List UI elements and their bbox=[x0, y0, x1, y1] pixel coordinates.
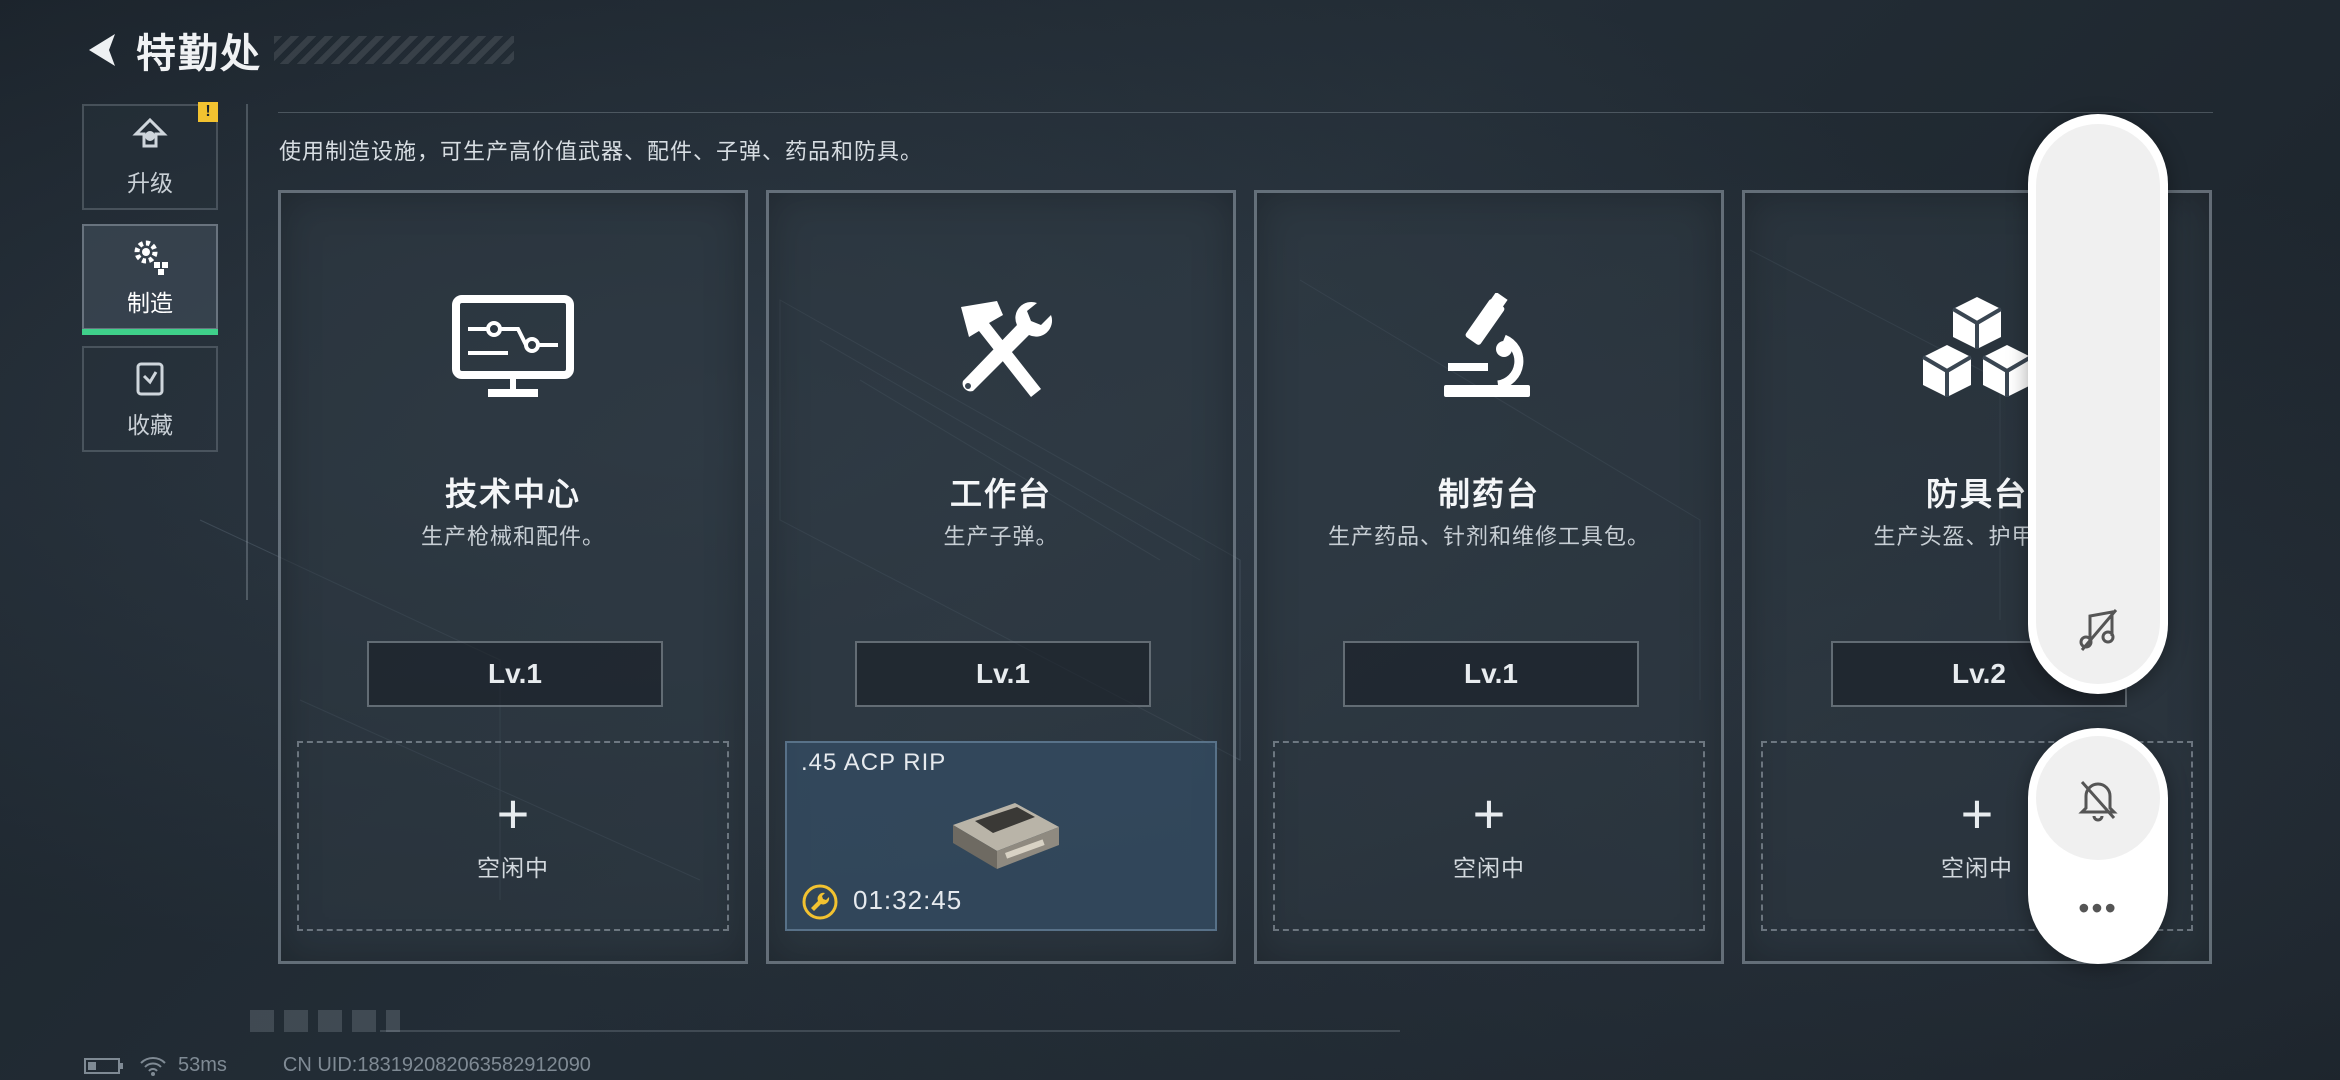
crafting-timer: 01:32:45 bbox=[853, 885, 963, 915]
crafting-item-name: .45 ACP RIP bbox=[801, 749, 947, 776]
facility-name: 工作台 bbox=[949, 476, 1052, 512]
facility-card-tech-center[interactable]: 技术中心 生产枪械和配件。 Lv.1 + 空闲中 bbox=[278, 190, 748, 964]
mute-notifications-button[interactable] bbox=[2036, 736, 2160, 860]
title-decoration bbox=[274, 36, 514, 64]
alert-badge: ! bbox=[198, 102, 218, 122]
more-options-button[interactable]: ••• bbox=[2028, 890, 2168, 927]
page-title: 特勤处 bbox=[136, 32, 262, 76]
slot-status: 空闲中 bbox=[1453, 855, 1525, 881]
wifi-icon bbox=[140, 1056, 166, 1076]
sidebar-item-label: 制造 bbox=[127, 290, 173, 316]
sidebar-item-label: 升级 bbox=[127, 170, 173, 196]
slot-status: 空闲中 bbox=[477, 855, 549, 881]
floating-control-panel bbox=[2028, 114, 2168, 694]
back-arrow-icon bbox=[89, 34, 115, 66]
divider bbox=[380, 1030, 1400, 1032]
hammer-wrench-icon bbox=[961, 301, 1053, 397]
production-slot-active[interactable]: .45 ACP RIP 01:32:45 bbox=[785, 741, 1217, 931]
music-off-button[interactable] bbox=[2028, 606, 2168, 654]
add-icon: + bbox=[496, 782, 530, 845]
divider bbox=[246, 104, 248, 600]
music-off-icon bbox=[2079, 609, 2118, 651]
facility-description: 生产子弹。 bbox=[943, 524, 1059, 549]
section-description: 使用制造设施，可生产高价值武器、配件、子弹、药品和防具。 bbox=[279, 139, 924, 164]
floating-notification-panel: ••• bbox=[2028, 728, 2168, 964]
status-bar: 53ms CN UID:1831920820635829​12090 bbox=[84, 1054, 591, 1077]
level-button[interactable]: Lv.1 bbox=[367, 641, 663, 707]
upgrade-icon bbox=[132, 117, 168, 148]
level-button[interactable]: Lv.1 bbox=[855, 641, 1151, 707]
divider bbox=[278, 112, 2213, 113]
bottom-decoration bbox=[250, 1010, 400, 1032]
collection-icon bbox=[136, 362, 164, 396]
slot-status: 空闲中 bbox=[1941, 855, 2013, 881]
add-icon: + bbox=[1472, 782, 1506, 845]
level-button[interactable]: Lv.1 bbox=[1343, 641, 1639, 707]
back-button[interactable] bbox=[80, 27, 126, 73]
ping-value: 53ms bbox=[178, 1054, 227, 1076]
floating-panel-body bbox=[2036, 124, 2160, 684]
add-icon: + bbox=[1960, 782, 1994, 845]
facility-card-workbench[interactable]: 工作台 生产子弹。 Lv.1 .45 ACP RIP 01:32:45 bbox=[766, 190, 1236, 964]
battery-icon bbox=[84, 1057, 123, 1074]
facility-description: 生产枪械和配件。 bbox=[420, 524, 605, 549]
monitor-circuit-icon bbox=[452, 295, 574, 397]
ammo-box-icon bbox=[953, 803, 1059, 869]
header: 特勤处 bbox=[80, 24, 514, 76]
facility-name: 制药台 bbox=[1437, 476, 1540, 512]
sidebar-item-craft[interactable]: 制造 bbox=[82, 224, 218, 335]
wrench-timer-icon bbox=[802, 884, 838, 920]
sidebar-item-upgrade[interactable]: ! 升级 bbox=[82, 102, 218, 210]
facility-card-pharmacy[interactable]: 制药台 生产药品、针剂和维修工具包。 Lv.1 + 空闲中 bbox=[1254, 190, 1724, 964]
bell-off-icon bbox=[2078, 781, 2118, 822]
sidebar-item-label: 收藏 bbox=[127, 412, 173, 438]
production-slot-idle[interactable]: + 空闲中 bbox=[1273, 741, 1705, 931]
facility-description: 生产药品、针剂和维修工具包。 bbox=[1327, 524, 1650, 549]
gear-icon bbox=[134, 240, 168, 275]
facility-name: 技术中心 bbox=[444, 476, 581, 512]
microscope-icon bbox=[1444, 293, 1530, 397]
cubes-icon bbox=[1921, 297, 2033, 397]
user-uid: CN UID:1831920820635829​12090 bbox=[282, 1054, 591, 1076]
production-slot-idle[interactable]: + 空闲中 bbox=[297, 741, 729, 931]
sidebar-item-collection[interactable]: 收藏 bbox=[82, 346, 218, 452]
